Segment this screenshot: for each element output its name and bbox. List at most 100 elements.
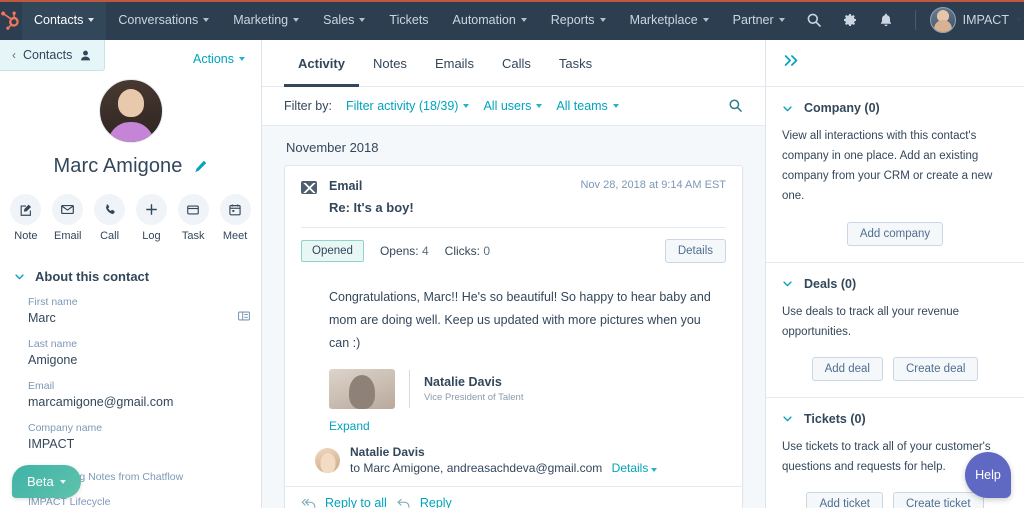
clicks-label: Clicks: (445, 244, 480, 258)
clicks-value: 0 (483, 244, 490, 258)
help-label: Help (975, 468, 1001, 482)
section-header-company[interactable]: Company (0) (782, 101, 1008, 115)
nav-item-label: Automation (453, 13, 516, 27)
tab-label: Calls (502, 56, 531, 71)
field-email[interactable]: Email marcamigone@gmail.com (28, 380, 245, 409)
account-name: IMPACT (963, 13, 1009, 27)
tab-activity[interactable]: Activity (284, 40, 359, 87)
activity-search-button[interactable] (728, 98, 743, 113)
create-deal-button[interactable]: Create deal (893, 357, 978, 381)
nav-item-reports[interactable]: Reports (539, 0, 618, 40)
tab-emails[interactable]: Emails (421, 40, 488, 87)
nav-item-label: Marketplace (630, 13, 698, 27)
avatar-shirt-shape (108, 122, 154, 143)
nav-item-sales[interactable]: Sales (311, 0, 377, 40)
collapse-sidebar-button[interactable] (782, 53, 800, 68)
add-deal-button[interactable]: Add deal (812, 357, 883, 381)
field-company-name[interactable]: Company name IMPACT (28, 422, 245, 451)
nav-item-tickets[interactable]: Tickets (377, 0, 440, 40)
tab-label: Emails (435, 56, 474, 71)
tab-notes[interactable]: Notes (359, 40, 421, 87)
sender-recipients: to Marc Amigone, andreasachdeva@gmail.co… (350, 461, 657, 475)
nav-item-conversations[interactable]: Conversations (106, 0, 221, 40)
contact-sidebar: ‹ Contacts Actions Marc Amigone (0, 40, 262, 508)
settings-button[interactable] (833, 0, 867, 40)
field-history-icon[interactable] (237, 309, 251, 328)
nav-item-automation[interactable]: Automation (441, 0, 539, 40)
beta-button[interactable]: Beta (12, 465, 81, 498)
field-first-name[interactable]: First name Marc (28, 296, 245, 325)
email-details-button[interactable]: Details (665, 239, 726, 263)
filter-teams-dropdown[interactable]: All teams (556, 99, 618, 113)
filter-label-text: All teams (556, 99, 607, 113)
chevron-down-icon (359, 18, 365, 22)
main-nav-items: Contacts Conversations Marketing Sales T… (22, 0, 797, 40)
opens-value: 4 (422, 244, 429, 258)
tab-label: Tasks (559, 56, 592, 71)
field-value: IMPACT (28, 437, 245, 451)
quick-action-note[interactable]: Note (10, 194, 42, 242)
clicks-stat: Clicks: 0 (445, 244, 490, 258)
page-title: Marc Amigone (53, 155, 182, 178)
status-badge: Opened (301, 240, 364, 262)
nav-item-marketing[interactable]: Marketing (221, 0, 311, 40)
calendar-icon (220, 194, 251, 225)
sender-details-link[interactable]: Details (612, 461, 658, 475)
create-ticket-button[interactable]: Create ticket (893, 492, 984, 508)
nav-item-label: Conversations (118, 13, 198, 27)
section-buttons: Add company (782, 222, 1008, 246)
account-menu[interactable]: IMPACT (928, 7, 1022, 33)
quick-action-task[interactable]: Task (177, 194, 209, 242)
reply-to-all-button[interactable]: Reply to all (325, 496, 387, 508)
avatar (315, 448, 340, 473)
add-company-button[interactable]: Add company (847, 222, 943, 246)
chevron-down-icon (703, 18, 709, 22)
email-body-text: Congratulations, Marc!! He's so beautifu… (329, 286, 712, 355)
quick-action-call[interactable]: Call (94, 194, 126, 242)
nav-item-marketplace[interactable]: Marketplace (618, 0, 721, 40)
quick-action-log[interactable]: Log (136, 194, 168, 242)
nav-item-partner[interactable]: Partner (721, 0, 797, 40)
help-button[interactable]: Help (965, 452, 1011, 498)
tab-tasks[interactable]: Tasks (545, 40, 606, 87)
field-value: Amigone (28, 353, 245, 367)
search-button[interactable] (797, 0, 831, 40)
section-header-deals[interactable]: Deals (0) (782, 277, 1008, 291)
about-this-contact-header[interactable]: About this contact (0, 256, 261, 294)
quick-action-email[interactable]: Email (52, 194, 84, 242)
back-to-contacts-button[interactable]: ‹ Contacts (0, 40, 105, 71)
field-last-name[interactable]: Last name Amigone (28, 338, 245, 367)
search-icon (728, 98, 743, 113)
edit-name-button[interactable] (193, 159, 208, 174)
actions-label: Actions (193, 52, 234, 66)
filter-activity-dropdown[interactable]: Filter activity (18/39) (346, 99, 470, 113)
chevron-down-icon (1016, 18, 1022, 22)
section-header-tickets[interactable]: Tickets (0) (782, 412, 1008, 426)
section-buttons: Add deal Create deal (782, 357, 1008, 381)
hubspot-logo[interactable] (0, 0, 22, 40)
section-title: Company (0) (804, 101, 880, 115)
email-body: Congratulations, Marc!! He's so beautifu… (285, 274, 742, 435)
email-sender-row: Natalie Davis to Marc Amigone, andreasac… (285, 435, 742, 486)
add-ticket-button[interactable]: Add ticket (806, 492, 883, 508)
pencil-icon (193, 159, 208, 174)
contact-avatar[interactable] (99, 79, 163, 143)
filter-users-dropdown[interactable]: All users (483, 99, 542, 113)
nav-item-contacts[interactable]: Contacts (22, 0, 106, 40)
person-icon (79, 49, 92, 62)
expand-email-link[interactable]: Expand (329, 419, 370, 433)
tab-calls[interactable]: Calls (488, 40, 545, 87)
sidebar-collapse-row (766, 40, 1024, 87)
actions-menu-button[interactable]: Actions (193, 40, 261, 66)
envelope-icon (301, 181, 317, 194)
section-description: Use deals to track all your revenue oppo… (782, 302, 1008, 342)
quick-action-meet[interactable]: Meet (219, 194, 251, 242)
plus-icon (136, 194, 167, 225)
reply-button[interactable]: Reply (420, 496, 452, 508)
sender-name: Natalie Davis (350, 445, 657, 459)
beta-label: Beta (27, 474, 54, 489)
notifications-button[interactable] (869, 0, 903, 40)
chevron-down-icon (239, 57, 245, 61)
signature-name: Natalie Davis (424, 375, 523, 389)
sidebar-section-deals: Deals (0) Use deals to track all your re… (766, 263, 1024, 398)
